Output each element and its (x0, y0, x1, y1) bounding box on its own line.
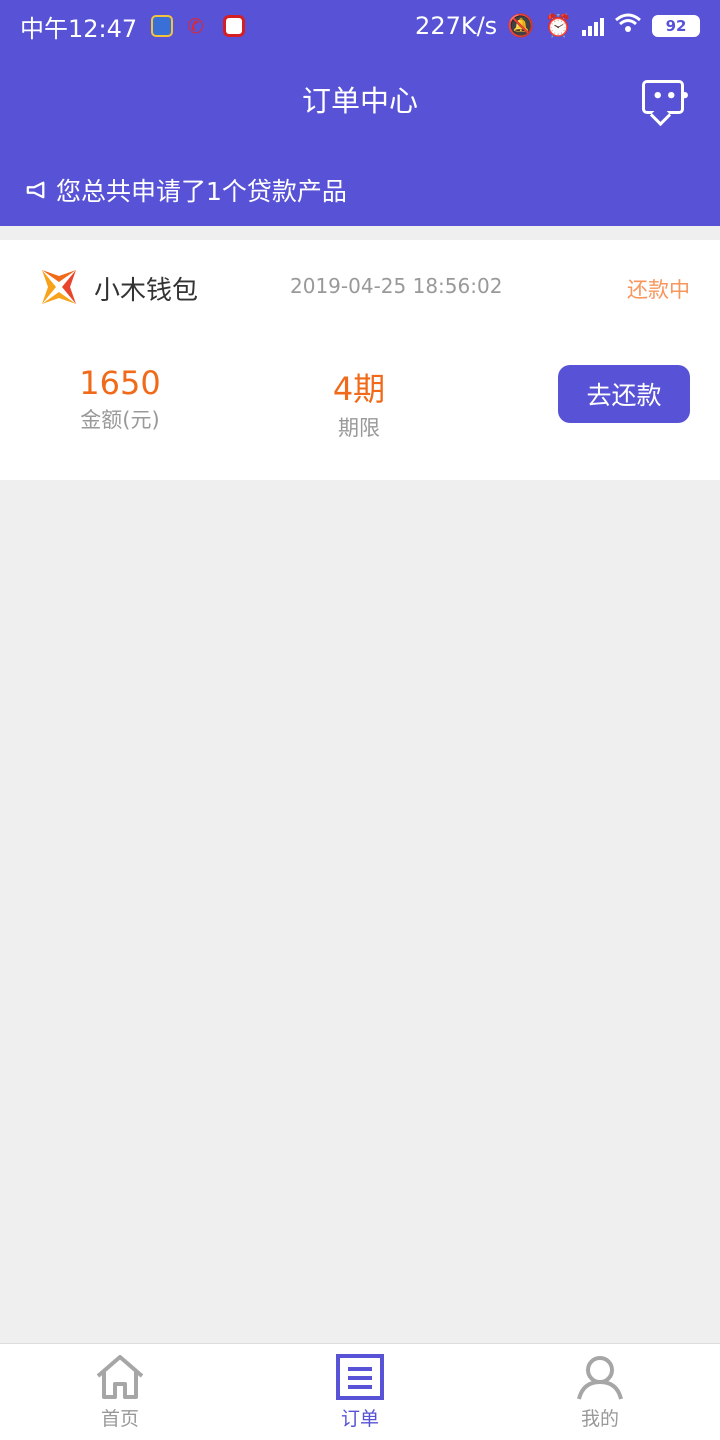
term-stat: 4期 期限 (279, 364, 439, 442)
battery-icon: 92 (652, 15, 700, 37)
header: 中午12:47 ✆ 227K/s 🔕 ⏰ 92 订单中心 ••• 您总共申请了1… (0, 0, 720, 226)
home-icon (96, 1355, 144, 1399)
megaphone-icon (26, 181, 45, 199)
tab-orders-label: 订单 (340, 1408, 379, 1430)
tab-home[interactable]: 首页 (0, 1344, 240, 1440)
tab-home-label: 首页 (100, 1408, 139, 1430)
status-badge: 还款中 (627, 278, 690, 302)
mute-icon: 🔕 (507, 13, 535, 39)
bank-notification-icon (223, 15, 246, 37)
alarm-icon: ⏰ (544, 13, 572, 39)
notice-bar: 您总共申请了1个贷款产品 (24, 172, 347, 208)
xiaomu-logo-icon (42, 270, 76, 304)
status-time: 中午12:47 (20, 14, 138, 43)
tab-orders[interactable]: 订单 (240, 1344, 480, 1440)
page-title: 订单中心 (301, 84, 418, 118)
tab-mine-label: 我的 (580, 1408, 619, 1430)
term-label: 期限 (338, 416, 380, 440)
message-dots-icon[interactable]: ••• (642, 80, 691, 114)
order-icon (336, 1354, 384, 1400)
order-card[interactable]: 小木钱包 2019-04-25 18:56:02 还款中 1650 金额(元) … (0, 240, 720, 480)
signal-icon (582, 16, 604, 36)
amount-label: 金额(元) (80, 408, 160, 432)
notice-text: 您总共申请了1个贷款产品 (56, 177, 347, 206)
amount-stat: 1650 金额(元) (40, 364, 200, 434)
phone-notification-icon: ✆ (187, 14, 204, 38)
user-icon (577, 1356, 623, 1400)
amount-value: 1650 (79, 364, 161, 402)
wifi-icon (614, 12, 642, 40)
notification-app-icon (151, 15, 174, 37)
status-bar: 中午12:47 ✆ 227K/s 🔕 ⏰ 92 (0, 0, 720, 52)
tab-mine[interactable]: 我的 (480, 1344, 720, 1440)
order-date: 2019-04-25 18:56:02 (290, 274, 503, 298)
bottom-tab-bar: 首页 订单 我的 (0, 1343, 720, 1440)
net-speed: 227K/s (415, 12, 498, 40)
product-name: 小木钱包 (94, 276, 199, 306)
repay-button[interactable]: 去还款 (558, 365, 690, 423)
term-value: 4期 (332, 370, 386, 408)
